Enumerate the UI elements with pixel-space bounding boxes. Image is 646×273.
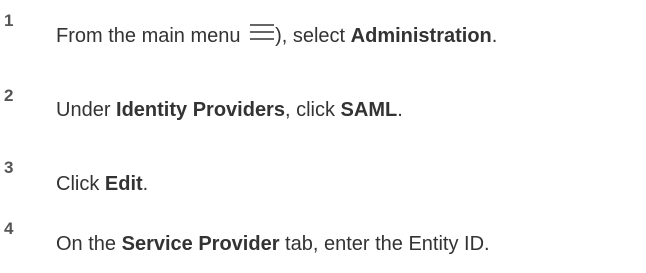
hamburger-menu-icon	[249, 23, 275, 41]
step-text-segment: .	[142, 173, 149, 195]
step-2: 2 Under Identity Providers, click SAML.	[0, 80, 646, 140]
step-text-segment: .	[397, 99, 403, 121]
step-text-segment: tab, enter the Entity ID.	[279, 233, 490, 255]
tab-name: Service Provider	[121, 233, 280, 255]
step-text-segment: Under	[56, 99, 117, 121]
step-1: 1 From the main menu ), select Administr…	[0, 0, 646, 60]
step-text: On the Service Provider tab, enter the E…	[56, 232, 490, 256]
step-text: Under Identity Providers, click SAML.	[56, 98, 403, 122]
step-text: From the main menu ), select Administrat…	[56, 23, 497, 48]
step-text-segment: , click	[284, 99, 341, 121]
step-text-segment: .	[491, 25, 498, 47]
step-text-segment: ), select	[275, 25, 351, 47]
step-text-segment: From the main menu	[56, 25, 247, 47]
step-number: 3	[4, 158, 14, 177]
step-3: 3 Click Edit.	[0, 155, 646, 215]
instruction-steps: 1 From the main menu ), select Administr…	[0, 0, 646, 273]
button-name: Edit	[104, 173, 143, 195]
step-number: 1	[4, 11, 14, 30]
section-name: Identity Providers	[116, 99, 285, 121]
option-name: SAML	[340, 99, 398, 121]
step-4: 4 On the Service Provider tab, enter the…	[0, 212, 646, 272]
step-number: 4	[4, 219, 14, 238]
menu-item-name: Administration	[350, 25, 492, 47]
step-text: Click Edit.	[56, 172, 148, 196]
step-text-segment: On the	[56, 233, 122, 255]
step-number: 2	[4, 86, 14, 105]
step-text-segment: Click	[56, 173, 105, 195]
